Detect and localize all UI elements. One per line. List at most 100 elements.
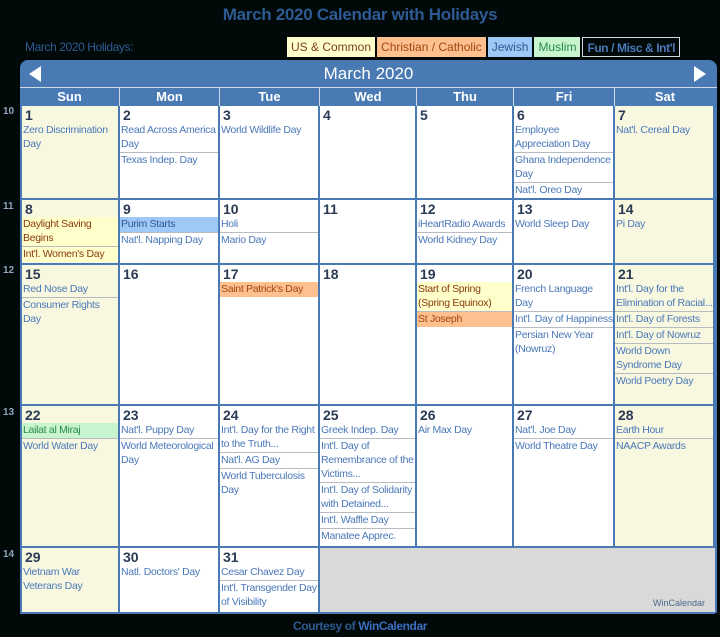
day-cell[interactable]: 10 Holi Mario Day	[220, 200, 320, 265]
day-cell[interactable]: 14 Pi Day	[615, 200, 715, 265]
holiday-event[interactable]: Int'l. Day of Happiness	[514, 312, 613, 328]
day-cell[interactable]: 24 Int'l. Day for the Right to the Truth.…	[220, 406, 320, 548]
day-cell[interactable]: 31 Cesar Chavez Day Int'l. Transgender Day…	[220, 548, 320, 614]
day-cell[interactable]: 19 Start of Spring (Spring Equinox) St Jos…	[417, 265, 514, 406]
week-number: 10	[3, 106, 15, 117]
holiday-event[interactable]: NAACP Awards	[615, 439, 713, 454]
day-cell[interactable]: 11	[320, 200, 417, 265]
day-number: 14	[618, 201, 634, 217]
day-cell[interactable]: 9 Purim Starts Nat'l. Napping Day	[120, 200, 220, 265]
holiday-event[interactable]: World Kidney Day	[417, 233, 512, 248]
day-cell[interactable]: 6 Employee Appreciation Day Ghana Independ…	[514, 106, 615, 200]
day-number: 5	[420, 107, 428, 123]
holiday-event[interactable]: Manatee Apprec. Day	[320, 529, 415, 546]
day-cell[interactable]: 18	[320, 265, 417, 406]
day-cell[interactable]: 12 iHeartRadio Awards World Kidney Day	[417, 200, 514, 265]
holiday-event[interactable]: Read Across America Day	[120, 123, 218, 153]
day-cell[interactable]: 5	[417, 106, 514, 200]
holiday-event[interactable]: Int'l. Day of Forests	[615, 312, 713, 328]
holiday-event[interactable]: Nat'l. Puppy Day	[120, 423, 218, 439]
day-cell[interactable]: 30 Natl. Doctors' Day	[120, 548, 220, 614]
day-cell[interactable]: 28 Earth Hour NAACP Awards	[615, 406, 715, 548]
weekday-sat: Sat	[654, 89, 676, 104]
holiday-event[interactable]: Nat'l. Cereal Day	[615, 123, 713, 138]
holiday-event[interactable]: World Tuberculosis Day	[220, 469, 318, 498]
day-cell[interactable]: 8 Daylight Saving Begins Int'l. Women's Da…	[20, 200, 120, 265]
holiday-event[interactable]: Nat'l. Napping Day	[120, 233, 218, 248]
day-cell[interactable]: 17 Saint Patrick's Day	[220, 265, 320, 406]
holiday-event[interactable]: Natl. Doctors' Day	[120, 565, 218, 580]
holiday-event[interactable]: World Sleep Day	[514, 217, 613, 232]
holiday-event[interactable]: Employee Appreciation Day	[514, 123, 613, 153]
weekday-thu: Thu	[417, 88, 514, 107]
day-cell[interactable]: 1 Zero Discrimination Day	[20, 106, 120, 200]
holiday-event[interactable]: Int'l. Day of Solidarity with Detained..…	[320, 483, 415, 513]
day-cell[interactable]: 25 Greek Indep. Day Int'l. Day of Remembra…	[320, 406, 417, 548]
day-cell[interactable]: 21 Int'l. Day for the Elimination of Raci…	[615, 265, 715, 406]
holiday-event[interactable]: Start of Spring (Spring Equinox)	[417, 282, 512, 312]
holiday-event[interactable]: Vietnam War Veterans Day	[22, 565, 118, 594]
holiday-event[interactable]: Int'l. Transgender Day of Visibility	[220, 581, 318, 610]
holiday-event[interactable]: iHeartRadio Awards	[417, 217, 512, 233]
holiday-event[interactable]: Nat'l. Oreo Day	[514, 183, 613, 198]
wincalendar-watermark: WinCalendar	[652, 598, 705, 608]
day-cell[interactable]: 26 Air Max Day	[417, 406, 514, 548]
holiday-event[interactable]: World Theatre Day	[514, 439, 613, 454]
holiday-event[interactable]: Int'l. Waffle Day	[320, 513, 415, 529]
holiday-event[interactable]: Pi Day	[615, 217, 713, 232]
holiday-event[interactable]: Saint Patrick's Day	[220, 282, 318, 297]
holiday-event[interactable]: Nat'l. Joe Day	[514, 423, 613, 439]
holiday-event[interactable]: World Wildlife Day	[220, 123, 318, 138]
holiday-event[interactable]: Int'l. Day for the Elimination of Racial…	[615, 282, 713, 312]
holiday-event[interactable]: Ghana Independence Day	[514, 153, 613, 183]
day-cell[interactable]: 3 World Wildlife Day	[220, 106, 320, 200]
holiday-event[interactable]: Greek Indep. Day	[320, 423, 415, 439]
week-row: 29 Vietnam War Veterans Day 30 Natl. Doctor…	[20, 548, 715, 614]
month-title: March 2020	[323, 64, 414, 83]
holiday-event[interactable]: French Language Day	[514, 282, 613, 312]
day-number: 25	[323, 407, 339, 423]
holiday-event[interactable]: Zero Discrimination Day	[22, 123, 118, 152]
holiday-event[interactable]: World Down Syndrome Day	[615, 344, 713, 374]
day-cell[interactable]: 7 Nat'l. Cereal Day	[615, 106, 715, 200]
holiday-event[interactable]: Purim Starts	[120, 217, 218, 233]
day-cell[interactable]: 16	[120, 265, 220, 406]
day-cell[interactable]: 23 Nat'l. Puppy Day World Meteorological D…	[120, 406, 220, 548]
chevron-right-icon[interactable]	[694, 66, 706, 82]
day-number: 19	[420, 266, 436, 282]
holiday-event[interactable]: World Meteorological Day	[120, 439, 218, 468]
day-cell[interactable]: 13 World Sleep Day	[514, 200, 615, 265]
week-number: 13	[3, 407, 15, 418]
day-cell[interactable]: 29 Vietnam War Veterans Day	[20, 548, 120, 614]
holiday-event[interactable]: Daylight Saving Begins	[22, 217, 118, 247]
weekday-fri: Fri	[514, 88, 615, 107]
day-cell[interactable]: 2 Read Across America Day Texas Indep. Day	[120, 106, 220, 200]
holiday-event[interactable]: Earth Hour	[615, 423, 713, 439]
week-number: 11	[3, 201, 14, 212]
holiday-event[interactable]: Persian New Year (Nowruz)	[514, 328, 613, 357]
holiday-event[interactable]: Mario Day	[220, 233, 318, 248]
holiday-event[interactable]: Int'l. Day of Nowruz	[615, 328, 713, 344]
holiday-event[interactable]: Int'l. Day of Remembrance of the Victims…	[320, 439, 415, 483]
day-cell[interactable]: 15 Red Nose Day Consumer Rights Day	[20, 265, 120, 406]
holiday-event[interactable]: Int'l. Women's Day	[22, 247, 118, 262]
holiday-event[interactable]: Lailat al Miraj	[22, 423, 118, 439]
day-cell[interactable]: 27 Nat'l. Joe Day World Theatre Day	[514, 406, 615, 548]
holiday-event[interactable]: Air Max Day	[417, 423, 512, 438]
holiday-event[interactable]: Int'l. Day for the Right to the Truth...	[220, 423, 318, 453]
weekday-wed: Wed	[320, 88, 417, 107]
holiday-event[interactable]: Texas Indep. Day	[120, 153, 218, 168]
holiday-event[interactable]: World Water Day	[22, 439, 118, 454]
day-cell[interactable]: 22 Lailat al Miraj World Water Day	[20, 406, 120, 548]
day-cell[interactable]: 20 French Language Day Int'l. Day of Happi…	[514, 265, 615, 406]
day-cell[interactable]: 4	[320, 106, 417, 200]
wincalendar-link[interactable]: WinCalendar	[358, 619, 427, 633]
holiday-event[interactable]: Red Nose Day	[22, 282, 118, 298]
holiday-event[interactable]: Holi	[220, 217, 318, 233]
holiday-event[interactable]: Cesar Chavez Day	[220, 565, 318, 581]
holiday-event[interactable]: World Poetry Day	[615, 374, 713, 389]
holiday-event[interactable]: Nat'l. AG Day	[220, 453, 318, 469]
empty-days: WinCalendar	[320, 548, 715, 614]
holiday-event[interactable]: Consumer Rights Day	[22, 298, 118, 327]
holiday-event[interactable]: St Joseph	[417, 312, 512, 327]
